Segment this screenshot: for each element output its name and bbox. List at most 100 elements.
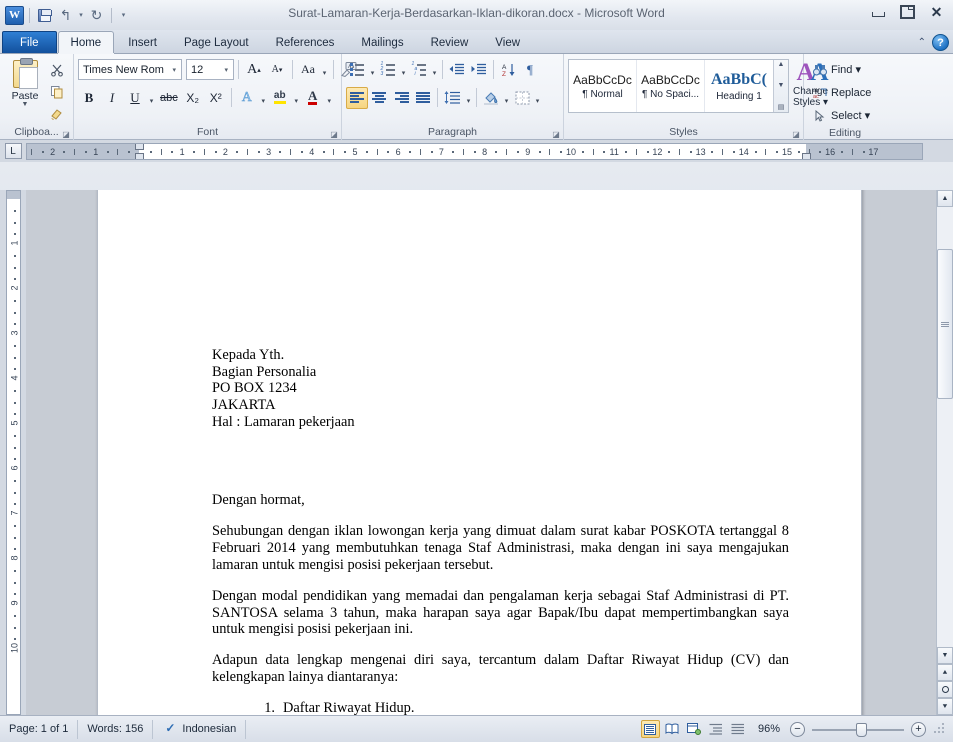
- paragraph-dialog-launcher[interactable]: ◪: [551, 129, 561, 139]
- document-text-body[interactable]: Kepada Yth. Bagian Personalia PO BOX 123…: [212, 347, 789, 715]
- chevron-down-icon[interactable]: ▾: [147, 87, 156, 109]
- font-color-button[interactable]: A: [302, 87, 324, 109]
- text-effects-button[interactable]: A: [236, 87, 258, 109]
- chevron-down-icon[interactable]: ▾: [259, 87, 268, 109]
- shrink-font-button[interactable]: A ▾: [266, 59, 288, 81]
- zoom-slider-thumb[interactable]: [856, 722, 867, 737]
- cut-button[interactable]: [46, 59, 68, 80]
- chevron-down-icon[interactable]: ▾: [533, 87, 542, 109]
- change-case-button[interactable]: Aa: [297, 59, 319, 81]
- text-highlight-color-button[interactable]: ab: [269, 87, 291, 109]
- scroll-down-icon[interactable]: ▼: [778, 82, 785, 89]
- replace-button[interactable]: ab ac Replace: [808, 82, 875, 103]
- previous-page-button[interactable]: ⯅: [937, 664, 953, 681]
- save-button[interactable]: [35, 6, 54, 25]
- format-painter-button[interactable]: [46, 103, 68, 124]
- chevron-down-icon[interactable]: ▾: [320, 59, 329, 81]
- show-formatting-marks-button[interactable]: ¶: [519, 59, 541, 81]
- borders-button[interactable]: [511, 87, 533, 109]
- help-icon[interactable]: ?: [932, 34, 949, 51]
- close-button[interactable]: ✕: [922, 2, 951, 22]
- styles-dialog-launcher[interactable]: ◪: [791, 129, 801, 139]
- justify-button[interactable]: [412, 87, 434, 109]
- first-line-indent-marker[interactable]: [135, 144, 144, 150]
- horizontal-ruler[interactable]: 2 1 1 2 3 4 5 6 7 8 9 10 11 12 13 14 15 16 17: [26, 143, 923, 160]
- font-name-combobox[interactable]: Times New Rom ▾: [78, 59, 182, 80]
- clipboard-dialog-launcher[interactable]: ◪: [61, 129, 71, 139]
- document-canvas[interactable]: Kepada Yth. Bagian Personalia PO BOX 123…: [26, 190, 953, 715]
- right-indent-marker[interactable]: [802, 153, 812, 159]
- italic-button[interactable]: I: [101, 87, 123, 109]
- scroll-down-button[interactable]: ▼: [937, 647, 953, 664]
- view-outline-button[interactable]: [707, 720, 726, 738]
- bold-button[interactable]: B: [78, 87, 100, 109]
- tab-references[interactable]: References: [263, 31, 348, 53]
- scroll-up-button[interactable]: ▲: [937, 190, 953, 207]
- customize-qat-button[interactable]: ▾: [117, 6, 130, 25]
- tab-review[interactable]: Review: [418, 31, 482, 53]
- sort-button[interactable]: A Z: [497, 59, 519, 81]
- collapse-ribbon-icon[interactable]: ⌃: [918, 37, 926, 48]
- paste-dropdown-icon[interactable]: ▼: [22, 101, 29, 108]
- view-web-layout-button[interactable]: [685, 720, 704, 738]
- minimize-button[interactable]: [864, 2, 893, 22]
- increase-indent-button[interactable]: [468, 59, 490, 81]
- chevron-down-icon[interactable]: ▾: [292, 87, 301, 109]
- style-normal[interactable]: AaBbCcDc ¶ Normal: [569, 60, 637, 112]
- strikethrough-button[interactable]: abc: [157, 87, 181, 109]
- word-count[interactable]: Words: 156: [78, 719, 154, 739]
- tab-view[interactable]: View: [482, 31, 533, 53]
- paste-button[interactable]: Paste ▼: [4, 57, 46, 109]
- tab-insert[interactable]: Insert: [115, 31, 170, 53]
- next-page-button[interactable]: ⯆: [937, 698, 953, 715]
- align-left-button[interactable]: [346, 86, 368, 109]
- align-right-button[interactable]: [390, 87, 412, 109]
- underline-button[interactable]: U: [124, 87, 146, 109]
- tab-page-layout[interactable]: Page Layout: [171, 31, 262, 53]
- zoom-level[interactable]: 96%: [751, 723, 787, 735]
- more-styles-icon[interactable]: ▤: [778, 103, 785, 111]
- chevron-down-icon[interactable]: ▾: [325, 87, 334, 109]
- page-indicator[interactable]: Page: 1 of 1: [0, 719, 79, 739]
- decrease-indent-button[interactable]: [446, 59, 468, 81]
- line-spacing-button[interactable]: [441, 87, 464, 109]
- tab-stop-selector[interactable]: L: [0, 140, 26, 162]
- undo-dropdown-icon[interactable]: ▾: [77, 11, 85, 19]
- font-dialog-launcher[interactable]: ◪: [329, 129, 339, 139]
- numbering-button[interactable]: 1 2 3: [377, 59, 399, 81]
- restore-button[interactable]: [893, 2, 922, 22]
- vertical-ruler[interactable]: 1 2 3 4 5 6 7 8 9 10: [6, 190, 21, 715]
- scrollbar-track[interactable]: [937, 207, 953, 647]
- select-button[interactable]: Select ▾: [808, 105, 874, 126]
- undo-button[interactable]: ↰: [56, 6, 75, 25]
- chevron-down-icon[interactable]: ▾: [502, 87, 511, 109]
- document-page[interactable]: Kepada Yth. Bagian Personalia PO BOX 123…: [97, 190, 862, 715]
- redo-button[interactable]: ↻: [87, 6, 106, 25]
- chevron-down-icon[interactable]: ▾: [368, 59, 377, 81]
- superscript-button[interactable]: X²: [205, 87, 227, 109]
- zoom-out-button[interactable]: −: [790, 721, 805, 737]
- style-no-spacing[interactable]: AaBbCcDc ¶ No Spaci...: [637, 60, 705, 112]
- font-size-combobox[interactable]: 12 ▾: [186, 59, 234, 80]
- zoom-slider[interactable]: [812, 722, 904, 737]
- zoom-in-button[interactable]: +: [911, 721, 926, 737]
- window-resize-grip[interactable]: [933, 723, 945, 735]
- chevron-down-icon[interactable]: ▾: [399, 59, 408, 81]
- style-heading-1[interactable]: AaBbC( Heading 1: [705, 60, 773, 112]
- vertical-scrollbar[interactable]: ▲ ▼ ⯅ ⯆: [936, 190, 953, 715]
- view-full-screen-reading-button[interactable]: [663, 720, 682, 738]
- tab-mailings[interactable]: Mailings: [348, 31, 416, 53]
- hanging-indent-marker[interactable]: [135, 153, 144, 159]
- grow-font-button[interactable]: A ▴: [243, 59, 265, 81]
- shading-button[interactable]: [480, 87, 502, 109]
- scrollbar-thumb[interactable]: [937, 249, 953, 399]
- scroll-up-icon[interactable]: ▲: [778, 61, 785, 68]
- subscript-button[interactable]: X₂: [182, 87, 204, 109]
- select-browse-object-button[interactable]: [937, 681, 953, 698]
- bullets-button[interactable]: [346, 59, 368, 81]
- word-logo-icon[interactable]: W: [5, 5, 24, 25]
- chevron-down-icon[interactable]: ▾: [464, 87, 473, 109]
- copy-button[interactable]: [46, 81, 68, 102]
- tab-home[interactable]: Home: [57, 31, 115, 53]
- chevron-down-icon[interactable]: ▾: [430, 59, 439, 81]
